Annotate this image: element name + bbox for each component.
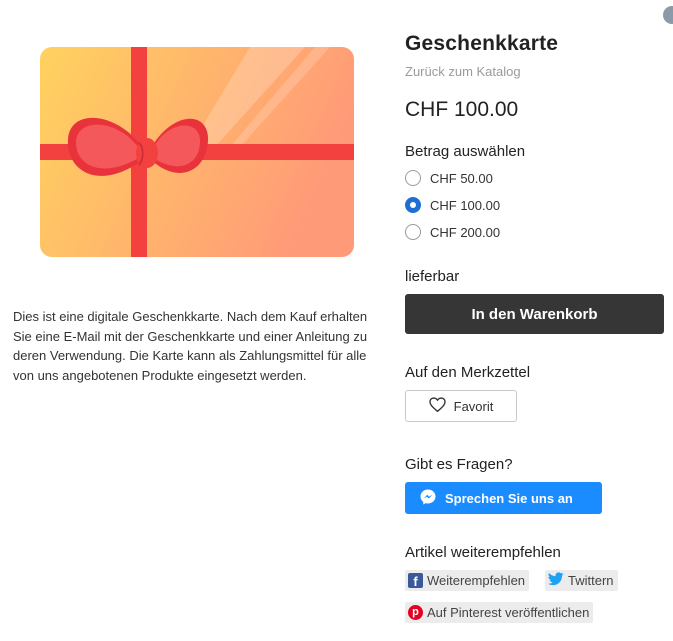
radio-button-selected[interactable] <box>405 197 421 213</box>
amount-option-label: CHF 50.00 <box>430 170 493 186</box>
amount-option-100[interactable]: CHF 100.00 <box>405 195 500 215</box>
facebook-icon: f <box>408 573 423 588</box>
amount-option-50[interactable]: CHF 50.00 <box>405 168 493 188</box>
heart-icon <box>428 397 446 415</box>
twitter-icon <box>548 572 564 589</box>
facebook-share-button[interactable]: f Weiterempfehlen <box>405 570 530 591</box>
messenger-icon <box>419 488 437 509</box>
favorite-button-label: Favorit <box>453 398 494 414</box>
twitter-share-button[interactable]: Twittern <box>545 570 618 591</box>
amount-option-label: CHF 200.00 <box>430 224 501 240</box>
product-description: Dies ist eine digitale Geschenkkarte. Na… <box>13 309 368 383</box>
product-price: CHF 100.00 <box>405 98 519 121</box>
radio-button[interactable] <box>405 170 421 186</box>
gift-card-image <box>40 47 354 257</box>
share-label: Artikel weiterempfehlen <box>405 544 561 561</box>
pinterest-icon: p <box>408 605 423 620</box>
contact-us-label: Sprechen Sie uns an <box>445 490 573 506</box>
amount-label: Betrag auswählen <box>405 143 526 160</box>
wishlist-label: Auf den Merkzettel <box>405 364 531 381</box>
pinterest-share-button[interactable]: p Auf Pinterest veröffentlichen <box>405 602 594 623</box>
pinterest-share-label: Auf Pinterest veröffentlichen <box>427 605 590 620</box>
favorite-button[interactable]: Favorit <box>405 390 517 422</box>
twitter-share-label: Twittern <box>568 573 614 588</box>
amount-option-200[interactable]: CHF 200.00 <box>405 222 500 242</box>
questions-label: Gibt es Fragen? <box>405 456 513 473</box>
add-to-cart-button[interactable]: In den Warenkorb <box>405 294 664 334</box>
facebook-share-label: Weiterempfehlen <box>427 573 526 588</box>
back-to-catalog-link[interactable]: Zurück zum Katalog <box>405 64 521 79</box>
contact-us-button[interactable]: Sprechen Sie uns an <box>405 482 602 514</box>
product-title: Geschenkkarte <box>405 32 559 55</box>
amount-option-label: CHF 100.00 <box>430 197 501 213</box>
availability-status: lieferbar <box>405 268 460 285</box>
corner-indicator <box>663 6 673 24</box>
radio-button[interactable] <box>405 224 421 240</box>
